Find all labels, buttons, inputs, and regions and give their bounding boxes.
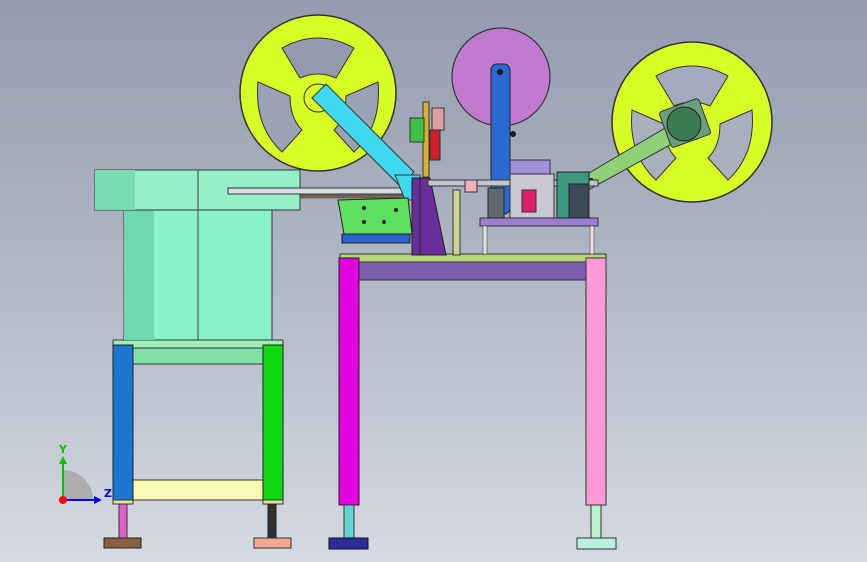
machine-assembly-model[interactable] xyxy=(0,0,867,562)
main-table[interactable] xyxy=(328,253,617,550)
feed-track-rail xyxy=(299,194,421,199)
bowl-base-shade xyxy=(124,208,154,340)
actuator-red xyxy=(429,129,441,161)
table-leveling-foot-1 xyxy=(328,537,369,550)
stand-leg-right-foot-plate xyxy=(262,499,284,505)
cad-viewport[interactable]: Y Z xyxy=(0,0,867,562)
station-leg-2 xyxy=(589,225,595,255)
stand-leg-left-foot-plate xyxy=(112,499,134,505)
stand-leg-right xyxy=(262,344,284,504)
station-red-block xyxy=(521,189,537,213)
stand-top-rail xyxy=(129,347,266,365)
table-leveling-screw-2 xyxy=(590,504,602,540)
feeder-stand[interactable] xyxy=(103,339,292,549)
sensor-block-green xyxy=(409,117,425,143)
feed-block-bolt-1 xyxy=(362,206,366,210)
pink-stopper xyxy=(464,179,478,193)
feed-block[interactable] xyxy=(337,197,413,244)
actuator-cap xyxy=(431,107,445,131)
station-motor xyxy=(568,183,590,219)
table-leg-left xyxy=(338,257,360,506)
mount-plate xyxy=(411,177,421,256)
triad-y-label: Y xyxy=(59,443,67,456)
triad-y-arrowhead xyxy=(59,456,67,464)
table-leveling-screw-1 xyxy=(343,504,355,540)
table-leg-right xyxy=(585,257,607,506)
station-base-plate xyxy=(479,217,599,227)
station-leg-1 xyxy=(482,225,488,255)
stand-top-plate xyxy=(112,339,284,349)
triad-z-arrowhead xyxy=(94,496,102,504)
stand-leg-left xyxy=(112,344,134,504)
station-left-block xyxy=(487,187,505,219)
table-top xyxy=(339,253,607,263)
feed-block-body xyxy=(337,197,413,235)
column-mid-bolt xyxy=(510,131,516,137)
feed-block-bolt-2 xyxy=(362,220,366,224)
leveling-foot-2 xyxy=(253,537,292,549)
leveling-screw-1 xyxy=(118,503,128,539)
table-apron xyxy=(356,261,588,281)
triad-origin xyxy=(59,496,67,504)
leveling-screw-2 xyxy=(267,503,277,539)
coordinate-triad xyxy=(59,456,102,504)
linear-feed-track xyxy=(227,187,409,195)
station-top-block xyxy=(509,159,551,175)
vertical-guide-rod xyxy=(452,189,461,256)
stand-crossbar xyxy=(129,479,266,501)
feed-block-bolt-4 xyxy=(394,208,398,212)
motor-body xyxy=(666,106,702,142)
leveling-foot-1 xyxy=(103,537,142,549)
column-top-bolt xyxy=(497,69,503,75)
triad-quadrant xyxy=(63,470,93,500)
feed-block-bolt-3 xyxy=(382,220,386,224)
bowl-rim-shade xyxy=(95,170,135,210)
triad-z-label: Z xyxy=(104,487,112,500)
feed-block-base xyxy=(341,233,411,244)
table-leveling-foot-2 xyxy=(576,537,617,550)
